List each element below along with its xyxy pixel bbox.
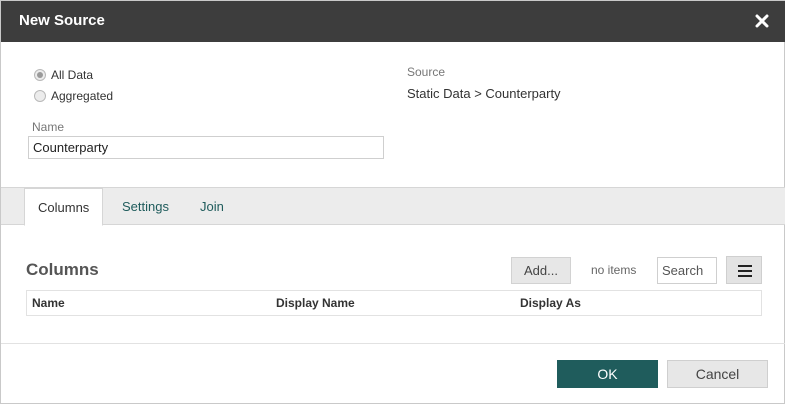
add-column-button[interactable]: Add...	[511, 257, 571, 284]
radio-aggregated-label: Aggregated	[51, 89, 114, 103]
tab-settings[interactable]: Settings	[122, 188, 169, 225]
cancel-button[interactable]: Cancel	[667, 360, 768, 388]
name-input[interactable]	[28, 136, 384, 159]
dialog-titlebar: New Source	[1, 1, 785, 42]
close-icon	[755, 14, 769, 28]
column-header-display-name[interactable]: Display Name	[276, 296, 355, 310]
radio-all-data-label: All Data	[51, 68, 94, 82]
radio-aggregated-button[interactable]	[34, 90, 46, 102]
dialog-title: New Source	[19, 12, 105, 29]
close-button[interactable]	[752, 10, 772, 32]
source-label: Source	[407, 65, 446, 79]
search-input[interactable]	[657, 257, 717, 284]
columns-grid-header: Name Display Name Display As	[26, 290, 762, 316]
tab-columns[interactable]: Columns	[24, 188, 104, 226]
name-label: Name	[32, 120, 65, 134]
columns-section-title: Columns	[26, 260, 99, 279]
radio-aggregated[interactable]: Aggregated	[34, 89, 113, 103]
ok-button[interactable]: OK	[557, 360, 658, 388]
radio-all-data[interactable]: All Data	[34, 68, 93, 82]
grid-menu-button[interactable]	[726, 256, 762, 284]
source-value: Static Data > Counterparty	[407, 86, 561, 101]
hamburger-menu-icon	[738, 265, 752, 277]
footer-divider	[1, 343, 785, 344]
column-header-display-as[interactable]: Display As	[520, 296, 581, 310]
new-source-dialog: New Source All Data Aggregated Source St…	[0, 0, 785, 404]
tab-bar: Columns Settings Join	[1, 187, 785, 226]
radio-all-data-button[interactable]	[34, 69, 46, 81]
column-header-name[interactable]: Name	[32, 296, 65, 310]
items-count: no items	[591, 263, 637, 277]
tab-join[interactable]: Join	[200, 188, 224, 225]
